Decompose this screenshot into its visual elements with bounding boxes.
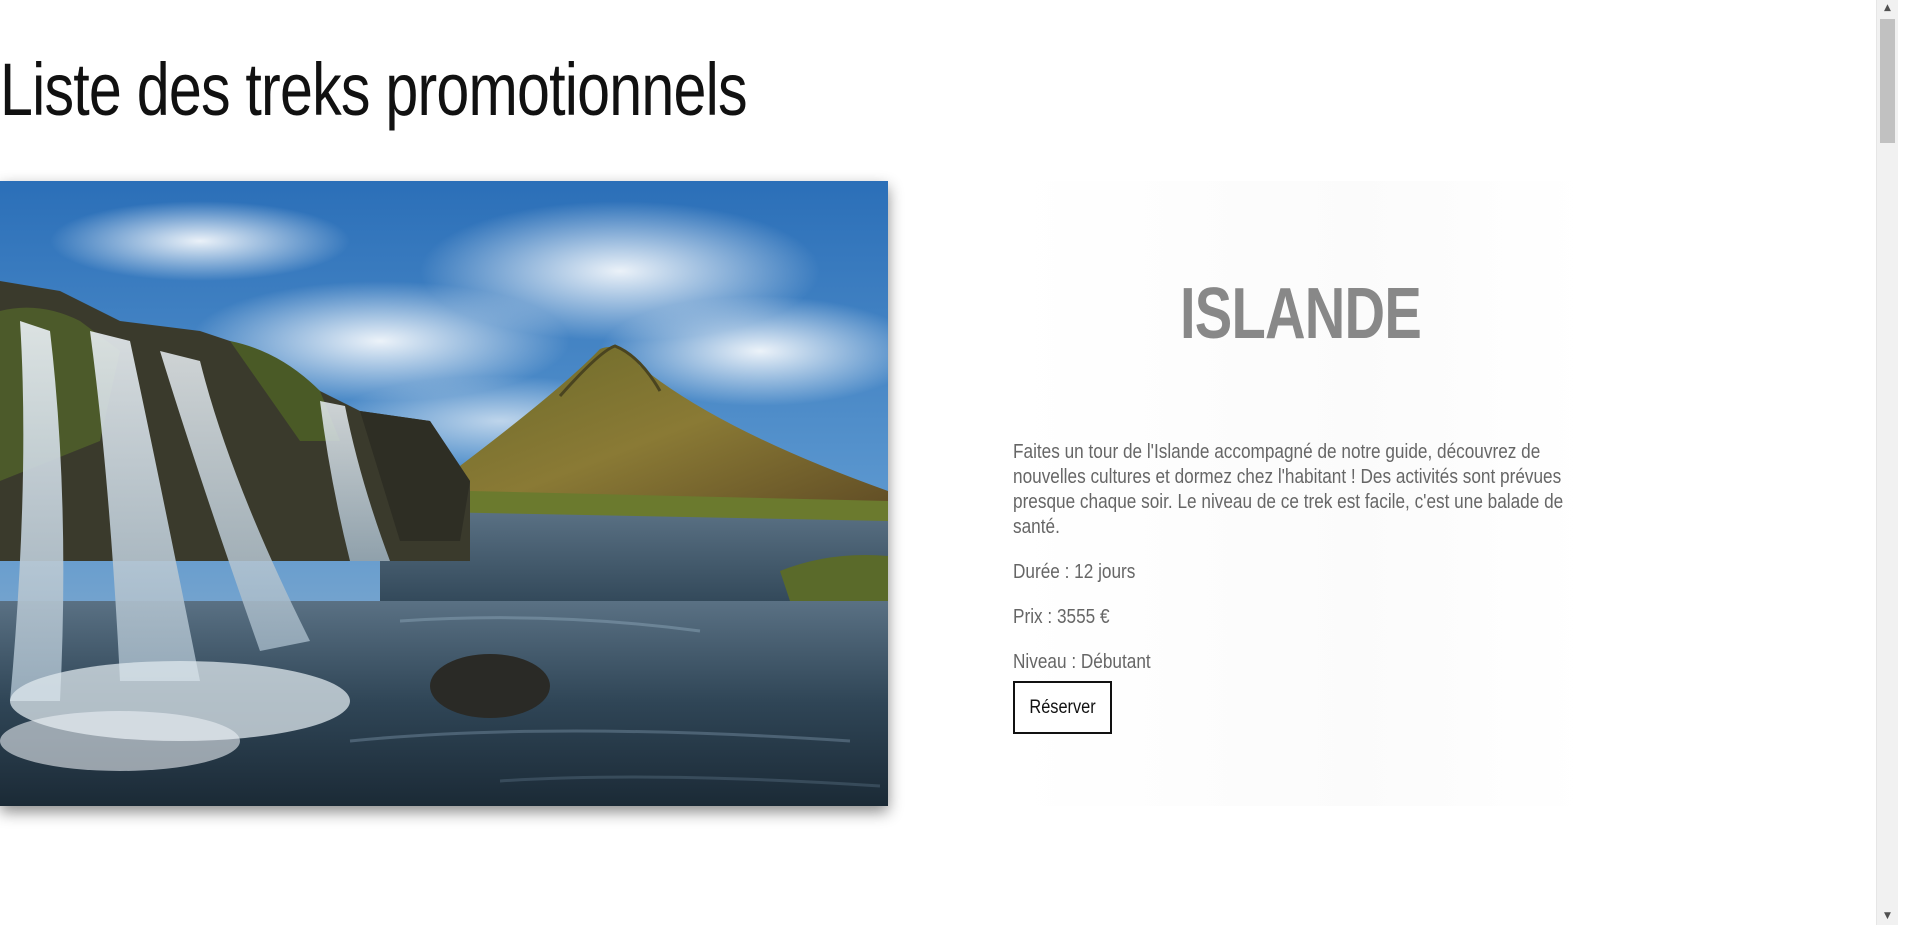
scrollbar-thumb[interactable] xyxy=(1880,19,1895,143)
chevron-down-icon[interactable]: ▼ xyxy=(1877,908,1898,925)
page-title: Liste des treks promotionnels xyxy=(0,48,748,131)
trek-info-panel: ISLANDE Faites un tour de l'Islande acco… xyxy=(1013,181,1588,806)
reserve-button[interactable]: Réserver xyxy=(1013,681,1112,734)
trek-price: Prix : 3555 € xyxy=(1013,606,1110,628)
chevron-up-icon[interactable]: ▲ xyxy=(1877,0,1898,17)
trek-card: ISLANDE Faites un tour de l'Islande acco… xyxy=(0,181,1898,806)
trek-duration: Durée : 12 jours xyxy=(1013,561,1136,583)
trek-image xyxy=(0,181,888,806)
trek-name: ISLANDE xyxy=(1179,274,1422,354)
trek-level: Niveau : Débutant xyxy=(1013,651,1151,673)
reserve-button-label: Réserver xyxy=(1029,696,1096,718)
trek-description: Faites un tour de l'Islande accompagné d… xyxy=(1013,441,1564,538)
title-wrap: Liste des treks promotionnels xyxy=(0,42,933,138)
vertical-scrollbar[interactable]: ▲ ▼ xyxy=(1876,0,1898,925)
page: Liste des treks promotionnels ISLANDE Fa… xyxy=(0,0,1898,925)
